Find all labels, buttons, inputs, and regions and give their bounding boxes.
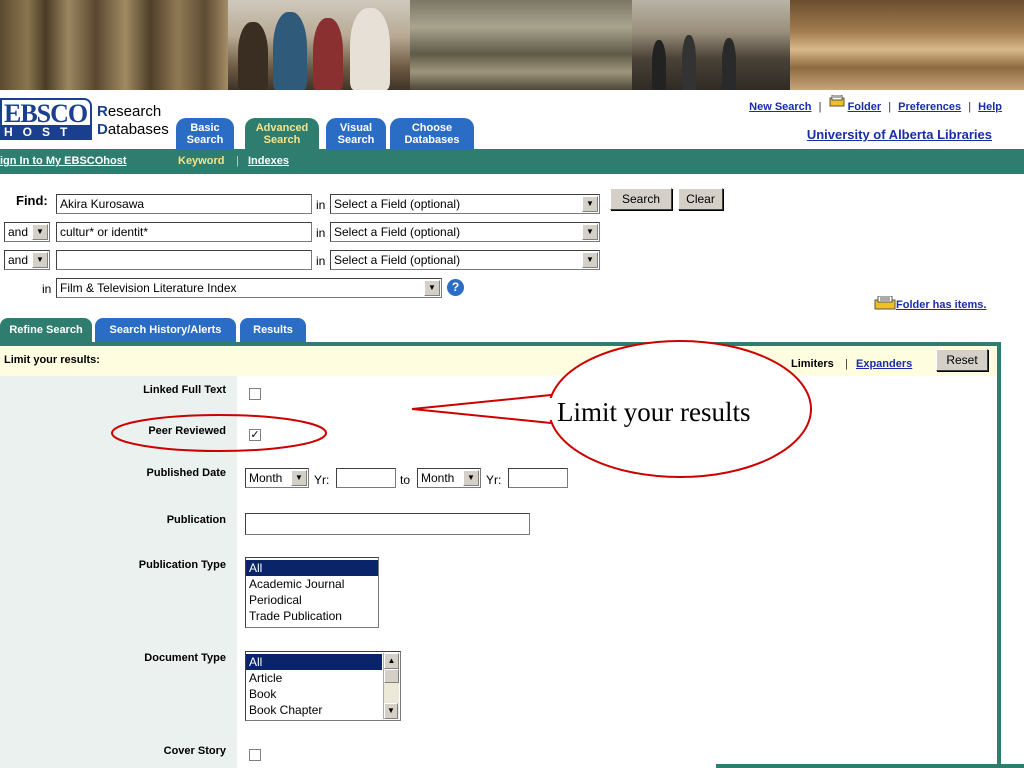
peer-reviewed-highlight [111,414,327,452]
annotation-overlay: Limit your results [111,340,812,478]
callout-pointer [411,394,552,424]
callout-text: Limit your results [557,397,750,427]
